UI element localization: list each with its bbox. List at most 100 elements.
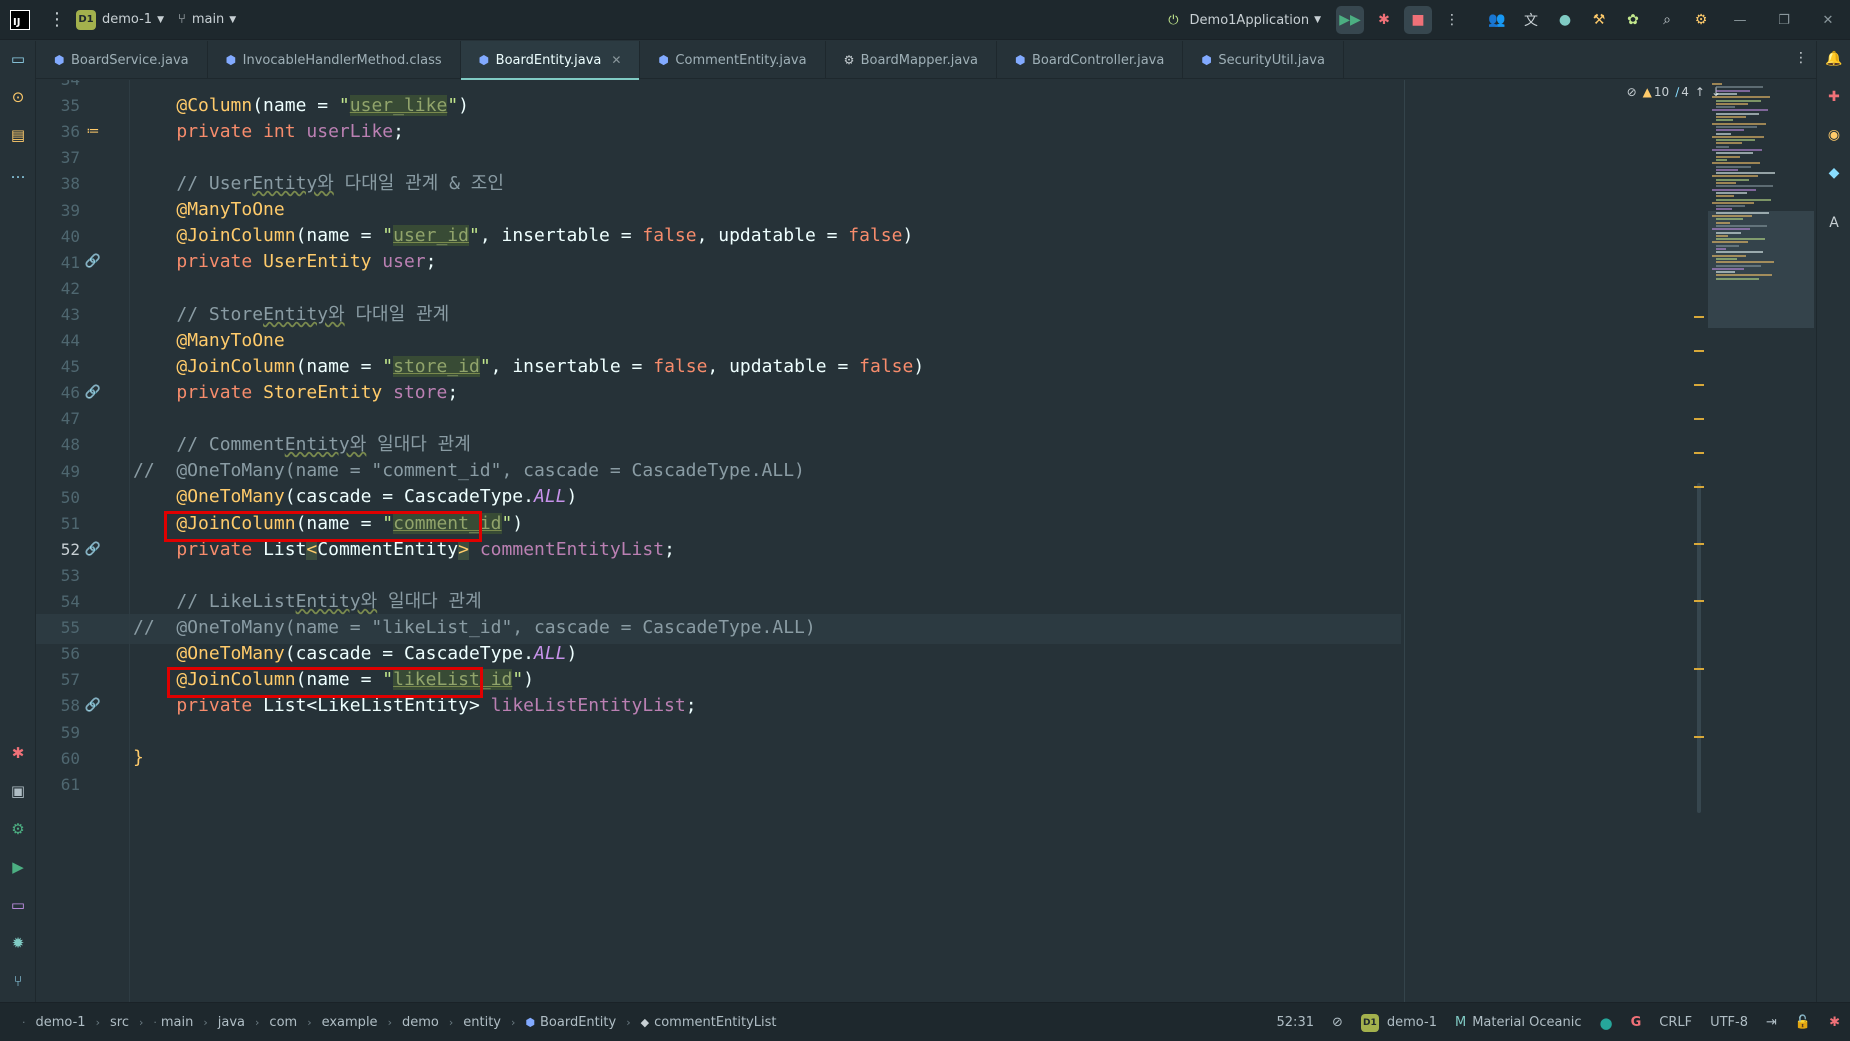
- warning-stripe[interactable]: [1694, 350, 1704, 352]
- comment: Entity와: [284, 434, 367, 455]
- breadcrumb-item[interactable]: BoardEntity: [540, 1015, 616, 1030]
- breadcrumb-item[interactable]: demo: [402, 1015, 439, 1030]
- tab-security-util[interactable]: ⬢ SecurityUtil.java: [1183, 41, 1344, 79]
- rerun-button[interactable]: ▶▶: [1336, 6, 1364, 34]
- project-view-icon[interactable]: ▭: [6, 47, 30, 71]
- mapper-icon: ⚙: [843, 53, 855, 67]
- more-actions-icon[interactable]: ⋮: [1438, 6, 1466, 34]
- code-minimap[interactable]: [1704, 80, 1816, 1002]
- chevron-down-icon[interactable]: ▼: [157, 15, 164, 25]
- relation-link-icon[interactable]: 🔗: [84, 690, 102, 721]
- indent-settings-icon[interactable]: ⇥: [1766, 1015, 1777, 1030]
- minimize-button[interactable]: —: [1718, 13, 1762, 28]
- project-badge[interactable]: D1: [76, 9, 96, 30]
- git-icon[interactable]: ⑂: [6, 969, 30, 993]
- notifications-bell-icon[interactable]: 🔔: [1822, 47, 1846, 71]
- database-icon[interactable]: ▣: [6, 779, 30, 803]
- code-with-me-icon[interactable]: 👥: [1483, 6, 1511, 34]
- code-editor[interactable]: 3435363738394041424344454647484950515253…: [36, 80, 1816, 1002]
- theme-status[interactable]: M Material Oceanic: [1455, 1015, 1582, 1030]
- readonly-toggle-icon[interactable]: ⊘: [1332, 1015, 1343, 1030]
- commit-icon[interactable]: ⊙: [6, 85, 30, 109]
- lock-icon[interactable]: 🔓: [1795, 1015, 1811, 1030]
- keyword: private: [176, 251, 253, 272]
- file-encoding[interactable]: UTF-8: [1710, 1015, 1748, 1030]
- search-icon[interactable]: ⌕: [1653, 6, 1681, 34]
- bug-report-icon[interactable]: ✱: [1829, 1015, 1840, 1030]
- breadcrumb-item[interactable]: com: [269, 1015, 297, 1030]
- debug-bug-icon[interactable]: ✱: [1370, 6, 1398, 34]
- tab-board-entity[interactable]: ⬢ BoardEntity.java ✕: [460, 41, 641, 80]
- google-icon[interactable]: G: [1631, 1015, 1642, 1030]
- structure-icon[interactable]: ▤: [6, 123, 30, 147]
- translate-icon[interactable]: 文: [1517, 6, 1545, 34]
- warning-stripe[interactable]: [1694, 543, 1704, 545]
- breadcrumb-item[interactable]: example: [322, 1015, 378, 1030]
- breadcrumb-item[interactable]: java: [218, 1015, 245, 1030]
- build-tools-icon[interactable]: ⚒: [1585, 6, 1613, 34]
- caret-position[interactable]: 52:31: [1277, 1015, 1314, 1030]
- warning-stripe[interactable]: [1694, 316, 1704, 318]
- gradle-icon[interactable]: ◆: [1822, 161, 1846, 185]
- run-tool-icon[interactable]: ▶: [6, 855, 30, 879]
- warning-stripe[interactable]: [1694, 736, 1704, 738]
- branch-name[interactable]: main: [192, 12, 224, 27]
- chevron-down-icon[interactable]: ▼: [229, 15, 236, 25]
- git-branch-icon[interactable]: ⑂: [178, 12, 186, 27]
- main-menu-icon[interactable]: ⋮: [48, 9, 66, 30]
- more-tools-icon[interactable]: …: [6, 161, 30, 185]
- relation-link-icon[interactable]: 🔗: [84, 246, 102, 277]
- warning-stripe[interactable]: [1694, 668, 1704, 670]
- close-window-button[interactable]: ✕: [1806, 13, 1850, 28]
- breadcrumb-separator: ›: [626, 1015, 631, 1029]
- tab-options-icon[interactable]: ⋮: [1794, 50, 1808, 66]
- minimap-line: [1716, 261, 1774, 264]
- warning-stripe[interactable]: [1694, 384, 1704, 386]
- warning-stripe[interactable]: [1694, 418, 1704, 420]
- ai-font-icon[interactable]: A: [1822, 211, 1846, 235]
- problems-icon[interactable]: ✹: [6, 931, 30, 955]
- plugin-status-icon[interactable]: ●: [1551, 6, 1579, 34]
- updates-icon[interactable]: ⚙: [1687, 6, 1715, 34]
- stop-button[interactable]: ■: [1404, 6, 1432, 34]
- vertical-scrollbar[interactable]: [1697, 483, 1701, 813]
- breadcrumb-item[interactable]: commentEntityList: [654, 1015, 776, 1030]
- plugin-plus-icon[interactable]: ✚: [1822, 85, 1846, 109]
- tab-invocable-handler-method[interactable]: ⬢ InvocableHandlerMethod.class: [208, 41, 461, 79]
- restore-button[interactable]: ❐: [1762, 13, 1806, 28]
- terminal-icon[interactable]: ▭: [6, 893, 30, 917]
- warning-stripe[interactable]: [1694, 600, 1704, 602]
- tab-comment-entity[interactable]: ⬢ CommentEntity.java: [640, 41, 826, 79]
- project-name[interactable]: demo-1: [102, 12, 152, 27]
- relation-link-icon[interactable]: 🔗: [84, 377, 102, 408]
- debug-tool-icon[interactable]: ✱: [6, 741, 30, 765]
- string-quote: ": [382, 356, 394, 377]
- tab-board-mapper[interactable]: ⚙ BoardMapper.java: [826, 41, 998, 79]
- breadcrumb-item[interactable]: src: [110, 1015, 129, 1030]
- string-quote: ": [447, 95, 459, 116]
- implementation-marker-icon[interactable]: ≔: [84, 116, 102, 147]
- reader-mode-icon[interactable]: ⊘: [1627, 85, 1637, 99]
- run-configuration-selector[interactable]: ⏻ Demo1Application ▼: [1168, 13, 1321, 28]
- breadcrumb-item[interactable]: entity: [463, 1015, 501, 1030]
- breadcrumb-item[interactable]: demo-1: [36, 1015, 86, 1030]
- warning-stripe[interactable]: [1694, 452, 1704, 454]
- breadcrumb-item[interactable]: main: [161, 1015, 193, 1030]
- services-gear-icon[interactable]: ⚙: [6, 817, 30, 841]
- warning-stripe[interactable]: [1694, 486, 1704, 488]
- close-tab-icon[interactable]: ✕: [611, 53, 621, 67]
- project-status[interactable]: D1 demo-1: [1360, 1013, 1437, 1032]
- database-tool-icon[interactable]: ◉: [1822, 123, 1846, 147]
- minimap-line: [1712, 135, 1764, 138]
- line-separator[interactable]: CRLF: [1659, 1015, 1692, 1030]
- tab-board-service[interactable]: ⬢ BoardService.java: [36, 41, 208, 79]
- status-indicator-icon[interactable]: ●: [1599, 1014, 1612, 1032]
- field-name: store: [393, 382, 448, 403]
- intellij-logo-icon[interactable]: IJ: [10, 9, 30, 30]
- highlight-box-comment-join: [164, 511, 482, 542]
- paren: ): [458, 95, 469, 116]
- relation-link-icon[interactable]: 🔗: [84, 534, 102, 565]
- ai-assistant-icon[interactable]: ✿: [1619, 6, 1647, 34]
- minimap-line: [1716, 191, 1747, 194]
- tab-board-controller[interactable]: ⬢ BoardController.java: [997, 41, 1184, 79]
